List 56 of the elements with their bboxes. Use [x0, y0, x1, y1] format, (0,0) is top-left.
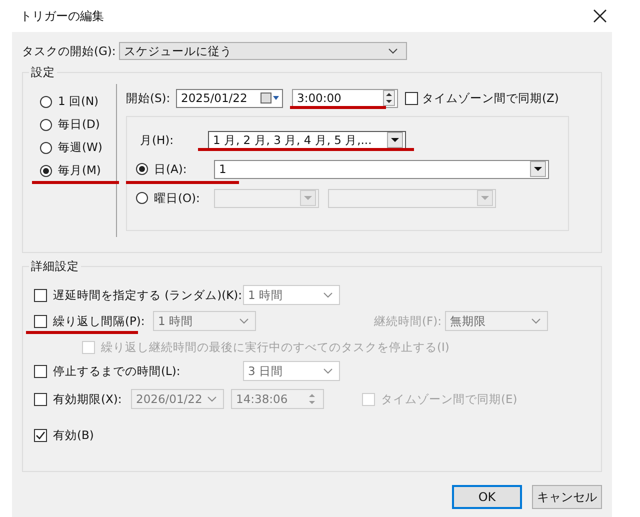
- group-legend: 設定: [29, 65, 57, 80]
- radio-button[interactable]: [40, 118, 52, 130]
- chevron-icon: [531, 318, 541, 324]
- date-field[interactable]: 2025/01/22: [176, 88, 283, 108]
- checkbox-label: タイムゾーン間で同期(Z): [422, 90, 559, 106]
- radio-button[interactable]: [40, 164, 52, 176]
- radio-label: 毎日(D): [58, 117, 100, 132]
- chevron-icon: [323, 368, 333, 374]
- checkbox[interactable]: [405, 92, 418, 104]
- checkbox[interactable]: [34, 314, 47, 328]
- radio-label: 曜日(O):: [154, 190, 201, 206]
- day-dropdown[interactable]: 1: [214, 160, 549, 178]
- window-title: トリガーの編集: [20, 8, 104, 24]
- checkbox-label: タイムゾーン間で同期(E): [381, 392, 518, 406]
- checkbox[interactable]: [34, 364, 47, 378]
- radio-label: 1 回(N): [58, 94, 99, 109]
- duration-dropdown[interactable]: 1 時間: [243, 285, 340, 305]
- chevron-icon: [239, 318, 249, 324]
- date-field[interactable]: 2026/01/22: [131, 389, 224, 409]
- chevron-icon: [323, 292, 333, 298]
- field-label: タスクの開始(G):: [22, 44, 116, 58]
- dialog-button[interactable]: キャンセル: [532, 485, 602, 509]
- checkbox[interactable]: [34, 392, 47, 406]
- dialog-button[interactable]: OK: [452, 485, 522, 509]
- radio-label: 毎月(M): [58, 163, 101, 178]
- duration-dropdown[interactable]: 無期限: [445, 311, 548, 331]
- checkbox[interactable]: [34, 428, 47, 442]
- checkbox-label: 繰り返し間隔(P):: [53, 314, 146, 328]
- radio-button[interactable]: [40, 96, 52, 108]
- checkbox-label: 遅延時間を指定する (ランダム)(K):: [53, 288, 243, 302]
- time-field[interactable]: 3:00:00: [292, 88, 398, 108]
- radio-label: 日(A):: [154, 162, 188, 176]
- calendar-icon: [260, 92, 280, 104]
- duration-dropdown[interactable]: 1 時間: [153, 311, 256, 331]
- task-start-dropdown[interactable]: スケジュールに従う: [118, 42, 407, 60]
- checkbox-label: 有効期限(X):: [53, 392, 123, 406]
- checkbox-label: 有効(B): [53, 428, 94, 442]
- spinner-icon: [383, 90, 395, 106]
- chevron-icon: [207, 396, 217, 402]
- close-icon[interactable]: [593, 9, 607, 23]
- duration-dropdown[interactable]: 3 日間: [243, 361, 340, 381]
- checkbox[interactable]: [34, 288, 47, 302]
- radio-button[interactable]: [40, 142, 52, 154]
- checkbox-label: 停止するまでの時間(L):: [53, 364, 182, 378]
- checkbox-label: 繰り返し継続時間の最後に実行中のすべてのタスクを停止する(I): [101, 340, 450, 354]
- months-dropdown[interactable]: 1 月, 2 月, 3 月, 4 月, 5 月,...: [208, 130, 406, 150]
- radio-label: 毎週(W): [58, 140, 102, 155]
- time-field[interactable]: 14:38:06: [231, 389, 324, 409]
- spinner-icon: [307, 392, 317, 406]
- field-label: 継続時間(F):: [374, 314, 442, 328]
- group-legend: 詳細設定: [29, 259, 81, 274]
- field-label: 開始(S):: [126, 90, 172, 106]
- radio-button[interactable]: [136, 192, 148, 204]
- chevron-icon: [388, 48, 398, 54]
- field-label: 月(H):: [140, 132, 174, 148]
- radio-button[interactable]: [136, 163, 148, 175]
